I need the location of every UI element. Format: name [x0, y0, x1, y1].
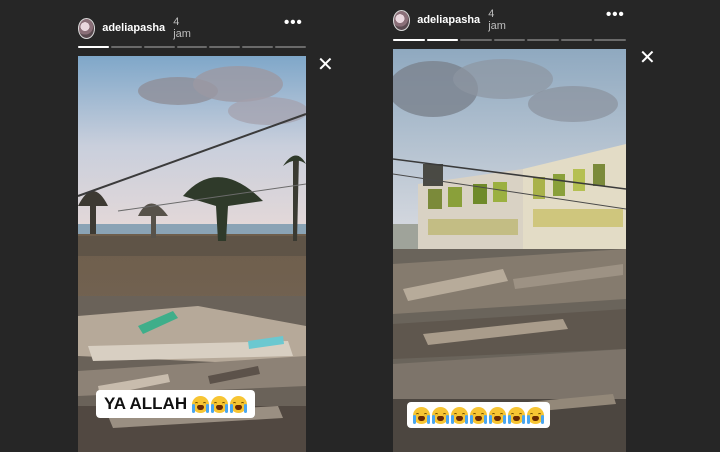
username[interactable]: adeliapasha [417, 14, 480, 26]
progress-segment [275, 46, 307, 48]
username[interactable]: adeliapasha [102, 22, 165, 34]
close-icon[interactable]: ✕ [317, 55, 334, 75]
progress-segment [493, 39, 526, 41]
loudly-crying-face-icon [451, 406, 468, 424]
close-icon[interactable]: ✕ [639, 48, 656, 68]
progress-segment [78, 46, 109, 48]
progress-segment [209, 46, 241, 48]
story-media[interactable] [393, 49, 626, 452]
story-photo [393, 49, 626, 452]
caption-emojis [413, 406, 544, 424]
progress-segment [176, 46, 208, 48]
progress-segment [242, 46, 274, 48]
story-caption [407, 402, 550, 428]
loudly-crying-face-icon [432, 406, 449, 424]
caption-text: YA ALLAH [104, 394, 188, 413]
timestamp: 4 jam [488, 8, 506, 32]
loudly-crying-face-icon [527, 406, 544, 424]
story-header: adeliapasha 4 jam [393, 8, 510, 32]
progress-segment [527, 39, 559, 41]
progress-segment [594, 39, 627, 41]
progress-fill [393, 39, 425, 41]
loudly-crying-face-icon [413, 406, 430, 424]
progress-segment [393, 39, 425, 41]
story-caption: YA ALLAH [96, 390, 255, 418]
story-progress [393, 39, 627, 41]
progress-fill [426, 39, 459, 41]
progress-fill [78, 46, 109, 48]
more-options-icon[interactable]: ••• [284, 14, 303, 31]
progress-segment [426, 39, 459, 41]
progress-segment [143, 46, 175, 48]
caption-emojis [191, 396, 247, 414]
story-header: adeliapasha 4 jam [78, 16, 195, 40]
loudly-crying-face-icon [210, 396, 228, 414]
more-options-icon[interactable]: ••• [606, 6, 625, 23]
loudly-crying-face-icon [508, 406, 525, 424]
timestamp: 4 jam [173, 16, 191, 40]
loudly-crying-face-icon [229, 396, 247, 414]
avatar[interactable] [393, 9, 411, 31]
loudly-crying-face-icon [489, 406, 506, 424]
progress-segment [460, 39, 492, 41]
loudly-crying-face-icon [191, 396, 209, 414]
progress-segment [560, 39, 593, 41]
avatar[interactable] [78, 17, 96, 39]
story-media[interactable]: YA ALLAH [78, 56, 306, 452]
loudly-crying-face-icon [470, 406, 487, 424]
story-progress [78, 46, 307, 48]
progress-segment [110, 46, 142, 48]
